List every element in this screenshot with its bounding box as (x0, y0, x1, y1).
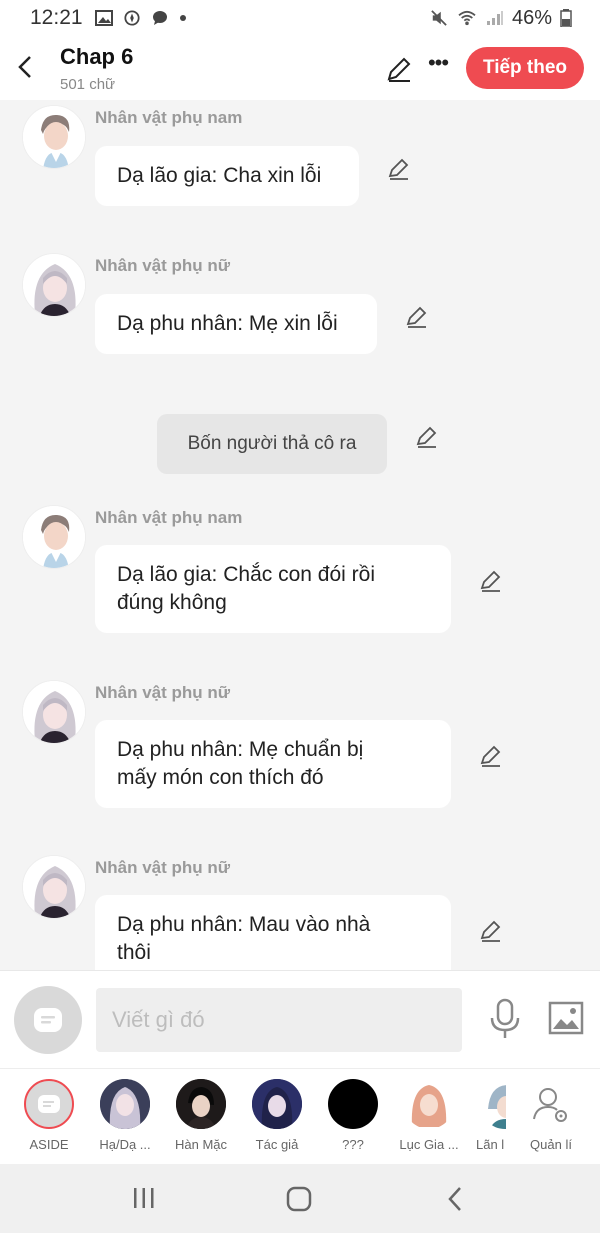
speaker-name: Nhân vật phụ nam (95, 108, 243, 127)
message-bubble[interactable]: Dạ lão gia: Chắc con đói rồi đúng không (95, 545, 451, 633)
aside-message-icon (38, 1095, 60, 1113)
message-line: Dạ phu nhân: Mau vào nhà (117, 913, 371, 936)
manage-characters-button[interactable]: Quản lí (516, 1079, 586, 1152)
male-avatar[interactable] (22, 505, 86, 569)
message-line: Dạ phu nhân: Mẹ chuẩn bị (117, 738, 364, 761)
back-nav-icon[interactable] (446, 1186, 464, 1212)
system-navigation-bar (0, 1164, 600, 1233)
chapter-title: Chap 6 (60, 44, 134, 69)
status-time: 12:21 (30, 6, 83, 29)
recent-apps-icon[interactable] (132, 1186, 156, 1210)
message-line: thôi (117, 941, 151, 964)
message-input[interactable] (96, 988, 462, 1052)
character-name: ??? (342, 1137, 364, 1152)
message-bubble[interactable]: Dạ phu nhân: Mau vào nhà thôi (95, 895, 451, 970)
character-ha-da[interactable]: Hạ/Dạ ... (90, 1079, 160, 1152)
compass-icon (124, 10, 140, 26)
aside-message-icon (34, 1008, 62, 1032)
character-han-mac[interactable]: Hàn Mặc (166, 1079, 236, 1152)
male-avatar[interactable] (22, 105, 86, 169)
message-line: mấy món con thích đó (117, 766, 324, 789)
back-button[interactable] (10, 50, 40, 84)
user-settings-icon (533, 1088, 567, 1122)
edit-message-icon[interactable] (478, 918, 504, 944)
image-icon[interactable] (548, 1001, 584, 1035)
aside-avatar (24, 1079, 74, 1129)
message-line: Dạ lão gia: Chắc con đói rồi (117, 563, 375, 586)
female-avatar[interactable] (22, 855, 86, 919)
notification-icons (94, 10, 187, 26)
speaker-name: Nhân vật phụ nữ (95, 858, 231, 877)
message-bubble[interactable]: Dạ phu nhân: Mẹ xin lỗi (95, 294, 377, 354)
character-name: Lãn l (476, 1137, 505, 1152)
edit-message-icon[interactable] (404, 304, 430, 330)
character-avatar (328, 1079, 378, 1129)
word-count: 501 chữ (60, 76, 116, 93)
character-name: Tác giả (255, 1137, 299, 1152)
message-bubble[interactable]: Dạ lão gia: Cha xin lỗi (95, 146, 359, 206)
dot-icon (179, 15, 186, 21)
character-luc-gia[interactable]: Lục Gia ... (394, 1079, 464, 1152)
character-avatar (404, 1079, 454, 1129)
chat-bubble-icon (152, 11, 167, 25)
aside-toggle-button[interactable] (14, 986, 82, 1054)
status-bar: 12:21 46% (0, 0, 600, 36)
character-name: Hạ/Dạ ... (99, 1137, 151, 1152)
next-chapter-button[interactable]: Tiếp theo (466, 47, 584, 89)
character-unknown[interactable]: ??? (318, 1079, 388, 1152)
edit-message-icon[interactable] (478, 743, 504, 769)
battery-icon (560, 9, 572, 27)
female-avatar[interactable] (22, 253, 86, 317)
character-avatar (100, 1079, 150, 1129)
message-bubble[interactable]: Dạ phu nhân: Mẹ chuẩn bị mấy món con thí… (95, 720, 451, 808)
edit-narration-icon[interactable] (414, 424, 440, 450)
edit-message-icon[interactable] (478, 568, 504, 594)
character-tac-gia[interactable]: Tác giả (242, 1079, 312, 1152)
character-lan[interactable]: Lãn l (470, 1079, 506, 1152)
character-avatar (480, 1079, 506, 1129)
compose-bar (0, 970, 600, 1068)
battery-percent: 46% (511, 6, 552, 29)
character-name: Lục Gia ... (399, 1137, 459, 1152)
female-avatar[interactable] (22, 680, 86, 744)
narration-bubble[interactable]: Bốn người thả cô ra (157, 414, 387, 474)
edit-message-icon[interactable] (386, 156, 412, 182)
speaker-name: Nhân vật phụ nữ (95, 683, 231, 702)
wifi-icon (458, 10, 476, 26)
more-options-button[interactable]: ••• (424, 52, 452, 82)
chapter-header: Chap 6 501 chữ ••• Tiếp theo (0, 36, 600, 100)
speaker-name: Nhân vật phụ nữ (95, 256, 231, 275)
character-name: Quản lí (530, 1137, 572, 1152)
character-selector: ASIDE Hạ/Dạ ... Hàn Mặc Tác giả ??? Lục … (0, 1068, 600, 1164)
microphone-icon[interactable] (488, 998, 522, 1040)
message-line: đúng không (117, 591, 227, 614)
home-icon[interactable] (286, 1186, 312, 1212)
character-aside[interactable]: ASIDE (14, 1079, 84, 1152)
edit-chapter-button[interactable] (384, 54, 414, 84)
chevron-left-icon (18, 56, 31, 78)
gallery-icon (94, 10, 113, 26)
signal-icon (486, 11, 503, 25)
character-name: ASIDE (29, 1137, 69, 1152)
speaker-name: Nhân vật phụ nam (95, 508, 243, 527)
character-avatar (176, 1079, 226, 1129)
mute-icon (431, 10, 447, 26)
chat-area[interactable]: Nhân vật phụ nam Dạ lão gia: Cha xin lỗi… (0, 100, 600, 970)
character-avatar (252, 1079, 302, 1129)
character-name: Hàn Mặc (174, 1137, 228, 1152)
